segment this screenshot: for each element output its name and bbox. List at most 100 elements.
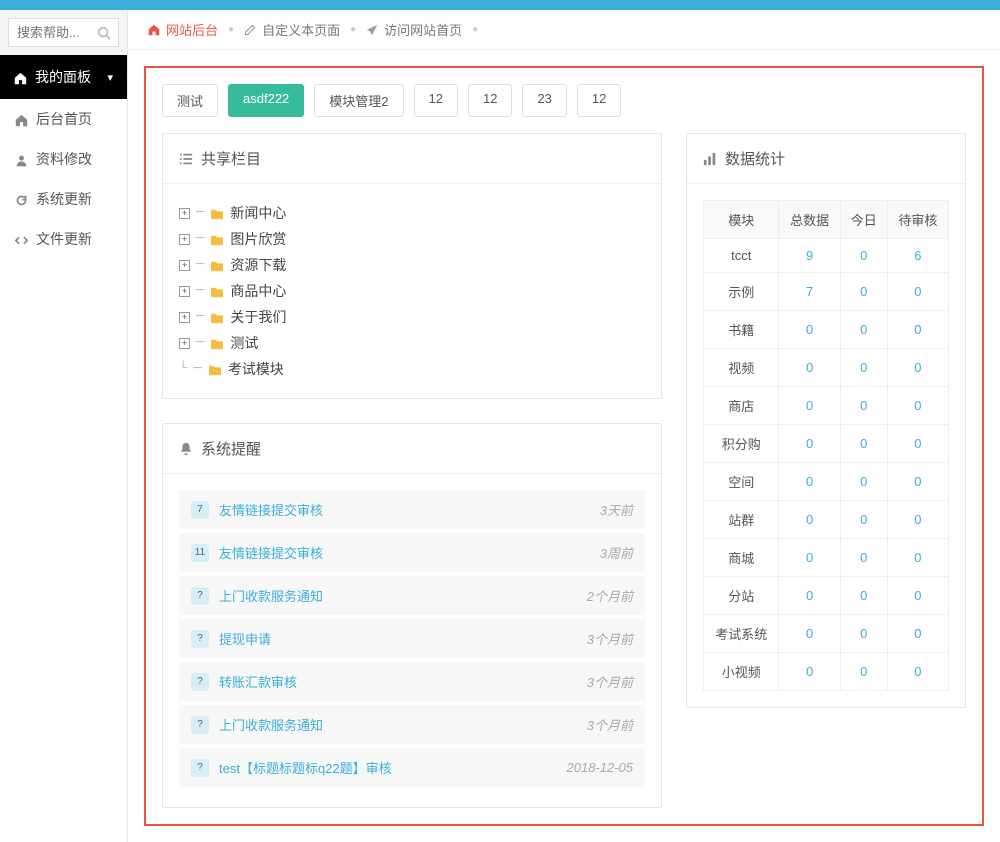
folder-icon (210, 336, 224, 351)
notice-link[interactable]: 友情链接提交审核 (219, 500, 590, 519)
stats-total: 0 (779, 577, 840, 615)
breadcrumb-visit[interactable]: 访问网站首页 (366, 20, 462, 39)
stats-pending-link[interactable]: 0 (914, 550, 921, 565)
stats-pending: 0 (887, 463, 948, 501)
expand-icon[interactable]: + (179, 234, 190, 245)
stats-pending-link[interactable]: 0 (914, 322, 921, 337)
stats-today: 0 (840, 615, 887, 653)
notice-link[interactable]: 上门收款服务通知 (219, 586, 577, 605)
stats-pending: 0 (887, 273, 948, 311)
user-icon (14, 151, 28, 167)
stats-total-link[interactable]: 9 (806, 248, 813, 263)
stats-pending: 0 (887, 501, 948, 539)
notice-panel-body: 7友情链接提交审核3天前11友情链接提交审核3周前?上门收款服务通知2个月前?提… (163, 474, 661, 807)
tree-item-1[interactable]: +─图片欣赏 (179, 226, 645, 252)
stats-pending-link[interactable]: 0 (914, 588, 921, 603)
tree-item-label: 新闻中心 (230, 203, 286, 223)
tree-item-4[interactable]: +─关于我们 (179, 304, 645, 330)
tab-2[interactable]: 模块管理2 (314, 84, 403, 117)
tree-item-0[interactable]: +─新闻中心 (179, 200, 645, 226)
stats-total-link[interactable]: 0 (806, 664, 813, 679)
stats-mod: 视频 (704, 349, 779, 387)
sidebar-item-2[interactable]: 系统更新 (0, 179, 127, 219)
stats-total-link[interactable]: 0 (806, 626, 813, 641)
tree-connector: ─ (196, 335, 204, 351)
stats-total-link[interactable]: 0 (806, 436, 813, 451)
stats-pending-link[interactable]: 0 (914, 436, 921, 451)
table-row: 站群000 (704, 501, 949, 539)
tab-0[interactable]: 测试 (162, 84, 218, 117)
expand-icon[interactable]: + (179, 286, 190, 297)
notice-badge: 7 (191, 501, 209, 519)
stats-today: 0 (840, 349, 887, 387)
stats-pending-link[interactable]: 0 (914, 664, 921, 679)
stats-pending-link[interactable]: 0 (914, 512, 921, 527)
tree-item-6[interactable]: └─考试模块 (179, 356, 645, 382)
stats-today-link[interactable]: 0 (860, 436, 867, 451)
sidebar-item-0[interactable]: 后台首页 (0, 99, 127, 139)
stats-today-link[interactable]: 0 (860, 248, 867, 263)
tree-item-5[interactable]: +─测试 (179, 330, 645, 356)
stats-pending-link[interactable]: 0 (914, 398, 921, 413)
list-icon (179, 150, 193, 167)
tab-3[interactable]: 12 (414, 84, 458, 117)
stats-pending: 0 (887, 615, 948, 653)
stats-today-link[interactable]: 0 (860, 360, 867, 375)
stats-pending: 6 (887, 239, 948, 273)
main: 网站后台 ● 自定义本页面 ● 访问网站首页 ● 测试asdf222模块管理21… (128, 10, 1000, 842)
stats-pending-link[interactable]: 0 (914, 626, 921, 641)
expand-icon[interactable]: + (179, 338, 190, 349)
breadcrumb-home[interactable]: 网站后台 (148, 20, 218, 39)
stats-pending-link[interactable]: 0 (914, 474, 921, 489)
expand-icon[interactable]: + (179, 312, 190, 323)
stats-today-link[interactable]: 0 (860, 474, 867, 489)
notice-link[interactable]: 提现申请 (219, 629, 577, 648)
tab-4[interactable]: 12 (468, 84, 512, 117)
stats-today-link[interactable]: 0 (860, 588, 867, 603)
notice-link[interactable]: 转账汇款审核 (219, 672, 577, 691)
stats-panel-head: 数据统计 (687, 134, 965, 184)
tab-1[interactable]: asdf222 (228, 84, 304, 117)
notice-link[interactable]: 上门收款服务通知 (219, 715, 577, 734)
expand-icon[interactable]: + (179, 208, 190, 219)
sidebar-item-1[interactable]: 资料修改 (0, 139, 127, 179)
stats-total-link[interactable]: 0 (806, 322, 813, 337)
stats-today-link[interactable]: 0 (860, 512, 867, 527)
stats-today-link[interactable]: 0 (860, 398, 867, 413)
stats-today-link[interactable]: 0 (860, 664, 867, 679)
stats-panel-body: 模块总数据今日待审核 tcct906示例700书籍000视频000商店000积分… (687, 184, 965, 707)
stats-today-link[interactable]: 0 (860, 322, 867, 337)
search-wrap (0, 10, 127, 55)
stats-pending-link[interactable]: 6 (914, 248, 921, 263)
stats-total-link[interactable]: 0 (806, 360, 813, 375)
stats-pending-link[interactable]: 0 (914, 284, 921, 299)
stats-total-link[interactable]: 0 (806, 512, 813, 527)
stats-total-link[interactable]: 0 (806, 588, 813, 603)
stats-total-link[interactable]: 0 (806, 398, 813, 413)
share-panel-head: 共享栏目 (163, 134, 661, 184)
tab-5[interactable]: 23 (522, 84, 566, 117)
stats-total: 0 (779, 387, 840, 425)
notice-item-0: 7友情链接提交审核3天前 (179, 490, 645, 529)
tree-item-3[interactable]: +─商品中心 (179, 278, 645, 304)
notice-link[interactable]: 友情链接提交审核 (219, 543, 590, 562)
breadcrumb-custom[interactable]: 自定义本页面 (244, 20, 340, 39)
sidebar-item-3[interactable]: 文件更新 (0, 219, 127, 259)
expand-icon[interactable]: + (179, 260, 190, 271)
stats-today-link[interactable]: 0 (860, 550, 867, 565)
search-icon[interactable] (97, 24, 111, 40)
panel-header-mypanel[interactable]: 我的面板 ▾ (0, 55, 127, 99)
notice-badge: ? (191, 673, 209, 691)
stats-today-link[interactable]: 0 (860, 284, 867, 299)
stats-total-link[interactable]: 0 (806, 550, 813, 565)
stats-total-link[interactable]: 7 (806, 284, 813, 299)
notice-link[interactable]: test【标题标题标q22题】审核 (219, 758, 557, 777)
stats-pending-link[interactable]: 0 (914, 360, 921, 375)
tree-item-2[interactable]: +─资源下载 (179, 252, 645, 278)
bell-icon (179, 440, 193, 457)
tab-6[interactable]: 12 (577, 84, 621, 117)
stats-today-link[interactable]: 0 (860, 626, 867, 641)
stats-today: 0 (840, 425, 887, 463)
notice-badge: ? (191, 587, 209, 605)
stats-total-link[interactable]: 0 (806, 474, 813, 489)
